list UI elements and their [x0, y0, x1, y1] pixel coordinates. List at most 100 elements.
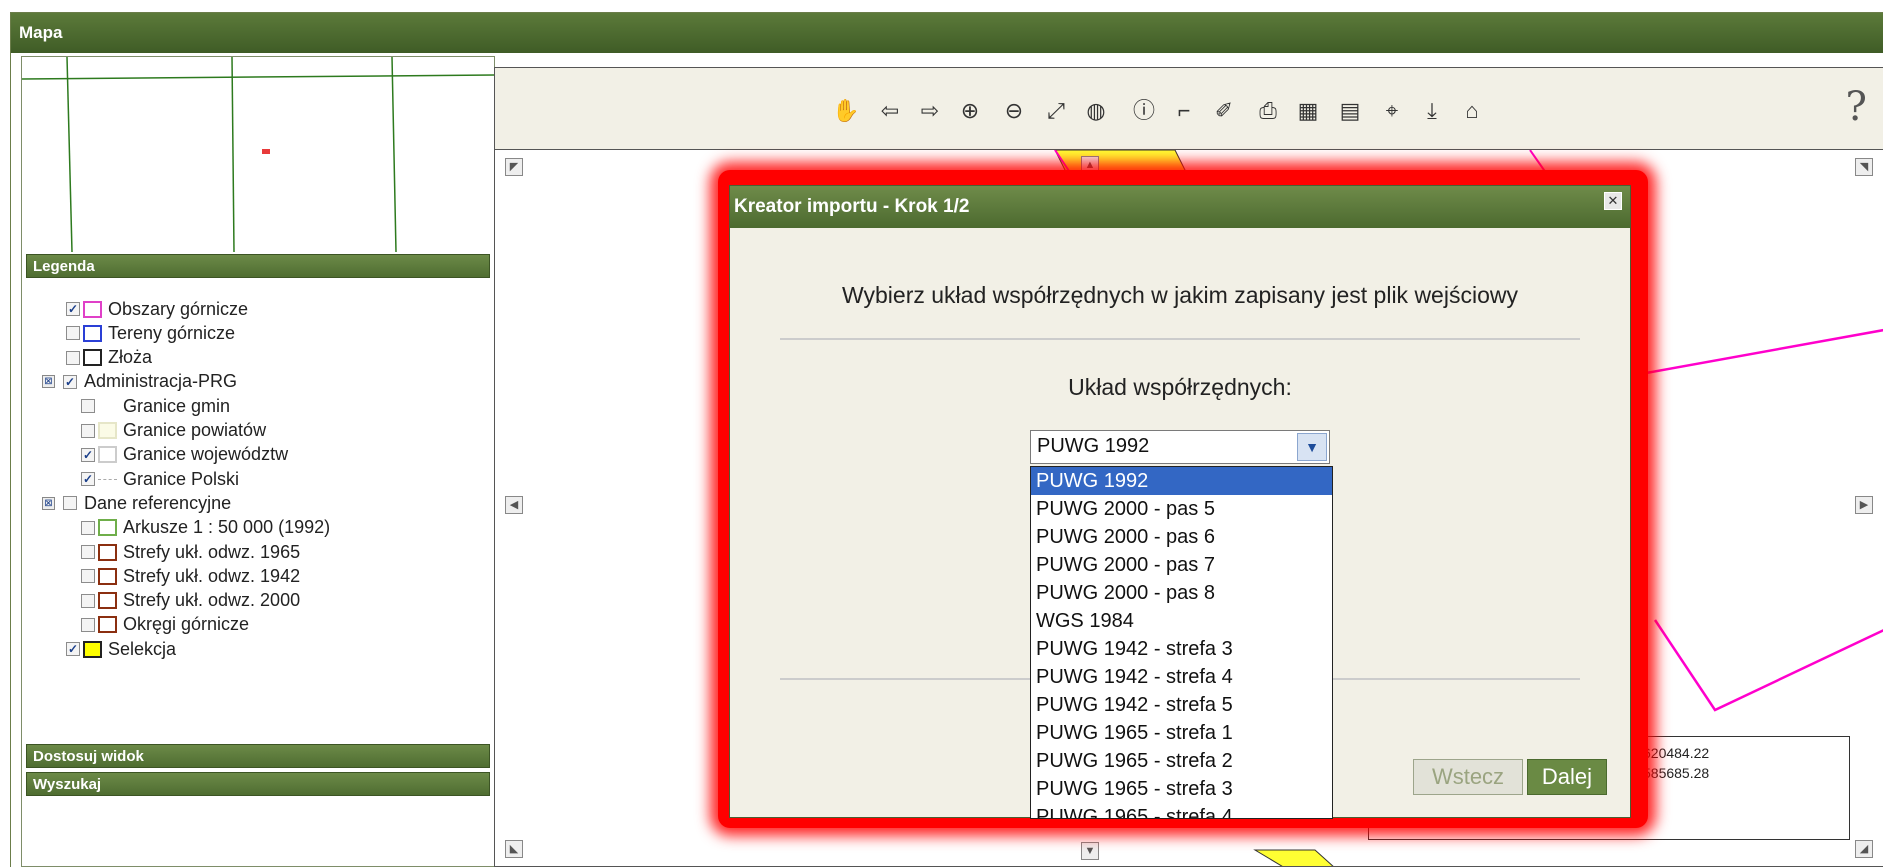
layer-swatch	[98, 398, 117, 415]
help-icon[interactable]: ?	[1846, 84, 1867, 130]
legend-item[interactable]: Granice gmin	[81, 394, 230, 418]
legend-item[interactable]: ⊠ ✓ Administracja-PRG	[42, 370, 237, 394]
next-button[interactable]: Dalej	[1527, 759, 1607, 795]
legend-item[interactable]: Złoża	[66, 346, 152, 370]
coordinate-system-select[interactable]: PUWG 1992 ▼	[1030, 430, 1330, 464]
legend-item-label: Strefy ukł. odwz. 1965	[123, 541, 301, 562]
layer-swatch	[98, 446, 117, 464]
legend-item[interactable]: Strefy ukł. odwz. 1965	[81, 540, 300, 564]
legend-item-label: Tereny górnicze	[108, 322, 236, 343]
layer-checkbox[interactable]: ✓	[81, 472, 95, 487]
legend-item[interactable]: ✓ Granice województw	[81, 443, 288, 467]
globe-zoom-icon[interactable]: ◍	[1081, 96, 1111, 126]
selected-value: PUWG 1992	[1037, 435, 1150, 457]
zoom-in-icon[interactable]: ⊕	[955, 96, 985, 126]
back-button[interactable]: Wstecz	[1413, 759, 1523, 795]
coordinate-option[interactable]: PUWG 2000 - pas 8	[1031, 579, 1332, 607]
legend-item[interactable]: ⊠ Dane referencyjne	[42, 491, 231, 515]
layer-checkbox[interactable]	[81, 617, 95, 632]
coordinate-option[interactable]: PUWG 1965 - strefa 4	[1031, 803, 1332, 818]
layer-swatch	[83, 640, 102, 658]
legend-item-label: Administracja-PRG	[84, 371, 238, 392]
legend-item-label: Złoża	[108, 347, 153, 368]
layer-swatch	[98, 592, 117, 610]
coordinate-option[interactable]: WGS 1984	[1031, 607, 1332, 635]
coordinate-option[interactable]: PUWG 1965 - strefa 2	[1031, 747, 1332, 775]
legend-header[interactable]: Legenda	[26, 254, 490, 278]
legend-item[interactable]: ✓ Obszary górnicze	[66, 297, 248, 321]
legend-item[interactable]: Okręgi górnicze	[81, 613, 249, 637]
adjust-view-header[interactable]: Dostosuj widok	[26, 744, 490, 768]
legend-item[interactable]: Tereny górnicze	[66, 321, 235, 345]
pan-hand-icon[interactable]: ✋	[831, 96, 861, 126]
layers-icon[interactable]: ⌂	[1457, 96, 1487, 126]
overview-map[interactable]	[22, 57, 494, 252]
legend-item[interactable]: Arkusze 1 : 50 000 (1992)	[81, 516, 330, 540]
legend-item[interactable]: Strefy ukł. odwz. 1942	[81, 564, 300, 588]
layer-checkbox[interactable]	[81, 520, 95, 535]
import-icon[interactable]: ⤓	[1417, 96, 1447, 126]
coordinate-option[interactable]: PUWG 1965 - strefa 1	[1031, 719, 1332, 747]
layer-swatch	[98, 422, 117, 439]
draw-icon[interactable]: ✐	[1209, 96, 1239, 126]
coordinate-option[interactable]: PUWG 2000 - pas 7	[1031, 551, 1332, 579]
layer-checkbox[interactable]: ✓	[66, 302, 80, 316]
layer-checkbox[interactable]: ✓	[81, 447, 95, 462]
measure-icon[interactable]: ⌐	[1169, 96, 1199, 126]
legend-item-label: Granice województw	[123, 444, 289, 465]
legend-item-label: Granice Polski	[123, 468, 240, 489]
legend-item-label: Obszary górnicze	[108, 298, 249, 319]
pan-southeast-icon[interactable]: ◢	[1855, 840, 1873, 858]
layer-checkbox[interactable]	[66, 350, 80, 365]
layer-swatch	[98, 478, 117, 480]
collapse-icon[interactable]: ⊠	[42, 375, 55, 389]
layer-swatch	[98, 616, 117, 634]
legend-item[interactable]: Strefy ukł. odwz. 2000	[81, 589, 300, 613]
forward-arrow-icon[interactable]: ⇨	[915, 96, 945, 126]
coordinate-system-label: Układ współrzędnych:	[1068, 374, 1292, 400]
coordinate-option[interactable]: PUWG 1942 - strefa 5	[1031, 691, 1332, 719]
layer-checkbox[interactable]: ✓	[63, 374, 77, 389]
layer-checkbox[interactable]	[81, 399, 95, 414]
coordinate-option[interactable]: PUWG 1942 - strefa 4	[1031, 663, 1332, 691]
pan-south-icon[interactable]: ▼	[1081, 842, 1099, 860]
coordinate-option[interactable]: PUWG 2000 - pas 5	[1031, 495, 1332, 523]
layer-checkbox[interactable]	[66, 326, 80, 341]
info-icon[interactable]: ⓘ	[1129, 96, 1159, 126]
coordinate-option[interactable]: PUWG 2000 - pas 6	[1031, 523, 1332, 551]
legend-item[interactable]: Granice powiatów	[81, 419, 266, 443]
layer-checkbox[interactable]	[81, 423, 95, 438]
layer-checkbox[interactable]	[81, 593, 95, 608]
close-icon[interactable]: ✕	[1604, 192, 1622, 210]
pan-southwest-icon[interactable]: ◣	[505, 840, 523, 858]
layer-checkbox[interactable]	[81, 569, 95, 584]
pan-west-icon[interactable]: ◀	[505, 496, 523, 514]
pan-east-icon[interactable]: ▶	[1855, 496, 1873, 514]
search-header[interactable]: Wyszukaj	[26, 772, 490, 796]
layer-checkbox[interactable]	[81, 545, 95, 559]
pan-northwest-icon[interactable]: ◤	[505, 158, 523, 176]
layer-swatch	[98, 519, 117, 537]
coordinates-icon[interactable]: ⌖	[1377, 96, 1407, 126]
coordinate-option[interactable]: PUWG 1942 - strefa 3	[1031, 635, 1332, 663]
legend-item[interactable]: ✓ Granice Polski	[81, 467, 239, 491]
layer-checkbox[interactable]	[63, 496, 77, 511]
collapse-icon[interactable]: ⊠	[42, 496, 55, 510]
zoom-out-icon[interactable]: ⊖	[999, 96, 1029, 126]
legend-item-label: Granice gmin	[123, 395, 231, 416]
layer-checkbox[interactable]: ✓	[66, 642, 80, 657]
zoom-extent-icon[interactable]: ⤢	[1041, 96, 1071, 126]
coordinate-option[interactable]: PUWG 1965 - strefa 3	[1031, 775, 1332, 803]
chevron-down-icon[interactable]: ▼	[1297, 433, 1327, 461]
back-arrow-icon[interactable]: ⇦	[875, 96, 905, 126]
pan-northeast-icon[interactable]: ◥	[1855, 158, 1873, 176]
legend-item-label: Strefy ukł. odwz. 2000	[123, 590, 301, 611]
print-icon[interactable]: ⎙	[1253, 96, 1283, 126]
wms-icon[interactable]: ▤	[1335, 96, 1365, 126]
coordinate-system-options[interactable]: PUWG 1992 PUWG 2000 - pas 5 PUWG 2000 - pa…	[1030, 466, 1333, 819]
layer-swatch	[83, 324, 102, 342]
coordinate-option[interactable]: PUWG 1992	[1031, 467, 1332, 495]
scale-100-icon[interactable]: ▦	[1293, 96, 1323, 126]
coord-x: 620484.22	[1643, 745, 1710, 761]
legend-item[interactable]: ✓ Selekcja	[66, 637, 176, 661]
